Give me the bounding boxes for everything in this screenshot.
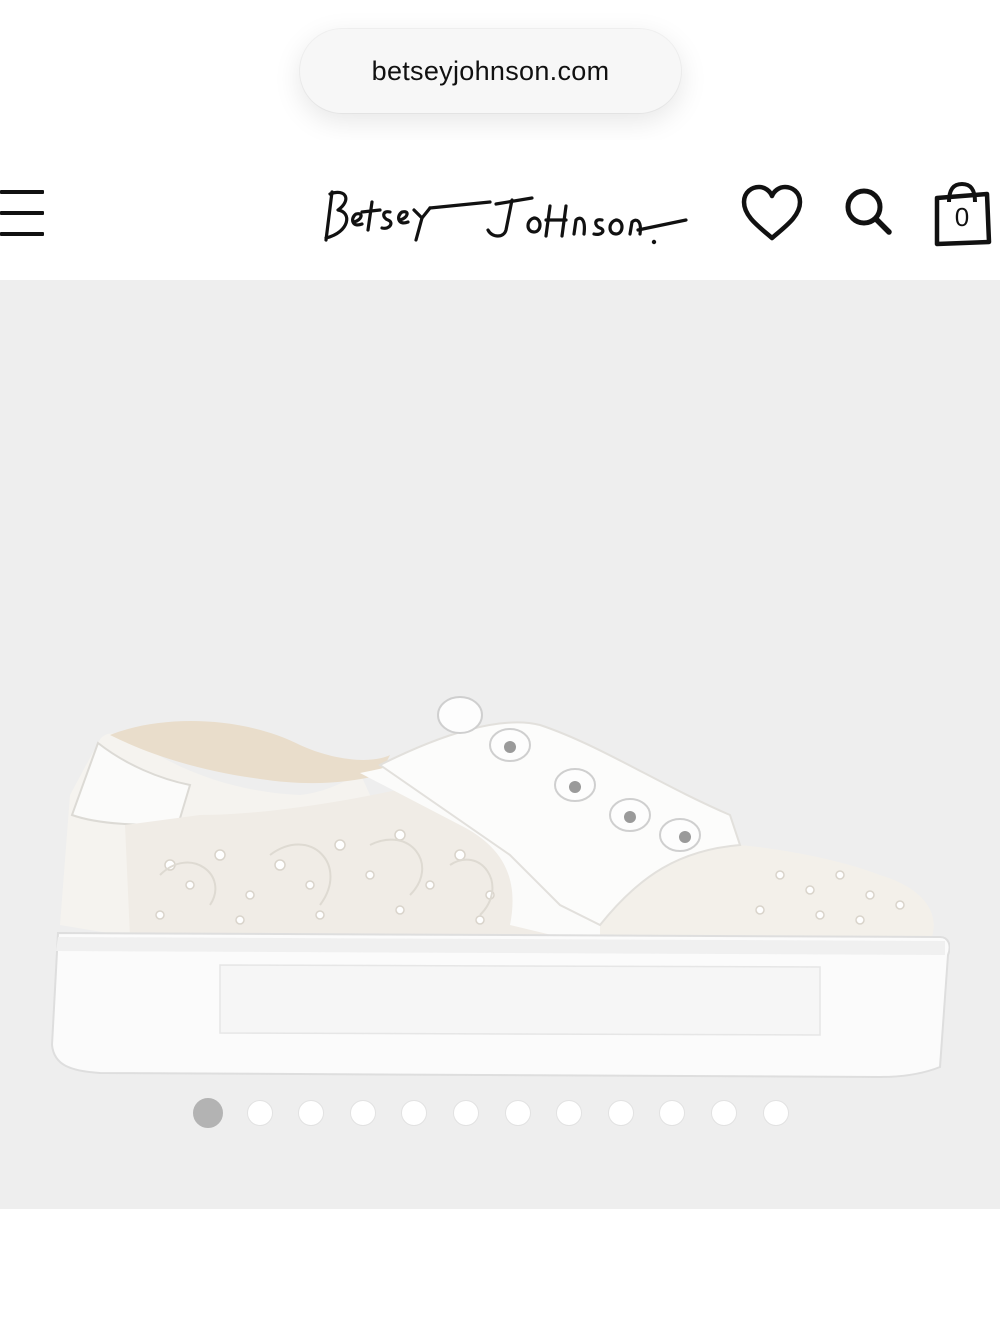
carousel-dot[interactable] [401,1100,428,1126]
product-image[interactable] [40,675,950,1085]
cart-button[interactable]: 0 [931,180,993,250]
address-bar[interactable]: betseyjohnson.com [300,29,681,113]
carousel-dots [0,1098,1000,1130]
url-text: betseyjohnson.com [371,55,610,86]
carousel-dot[interactable] [246,1100,273,1126]
search-button[interactable] [843,186,893,238]
carousel-dot[interactable] [453,1100,479,1126]
carousel-dot[interactable] [659,1100,686,1126]
heart-icon [741,184,803,241]
carousel-dot[interactable] [193,1098,223,1128]
brand-logo[interactable] [318,180,694,250]
carousel-dot[interactable] [298,1100,325,1126]
menu-button[interactable] [0,188,46,238]
search-icon [845,188,892,235]
cart-count: 0 [954,202,970,232]
carousel-dot[interactable] [504,1100,531,1126]
carousel-dot[interactable] [607,1100,634,1126]
carousel-dot[interactable] [762,1100,789,1126]
carousel-dot[interactable] [349,1100,376,1126]
carousel-dot[interactable] [556,1100,583,1126]
carousel-dot[interactable] [711,1100,737,1126]
wishlist-button[interactable] [740,184,804,244]
site-header: 0 [0,140,1000,280]
product-gallery[interactable] [0,280,1000,1209]
